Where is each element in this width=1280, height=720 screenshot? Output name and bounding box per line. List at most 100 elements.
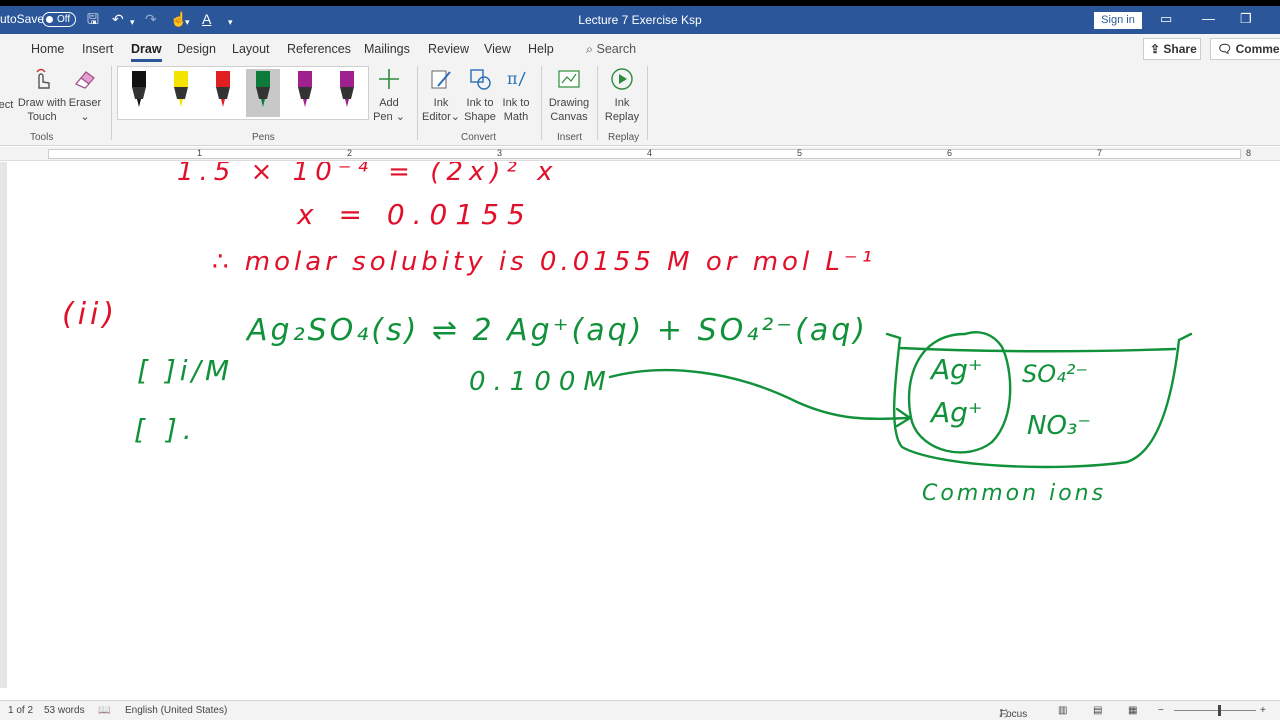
- eraser-dropdown-icon[interactable]: ⌄: [80, 111, 89, 123]
- document-area: 1.5 × 10⁻⁴ = (2x)² x x = 0.0155 ∴ molar …: [0, 162, 1280, 688]
- ink-to-shape-button[interactable]: Ink to Shape: [462, 66, 498, 124]
- proofing-icon[interactable]: 📖: [98, 705, 110, 716]
- share-button[interactable]: ⇪ Share: [1143, 38, 1201, 60]
- zoom-in-icon[interactable]: +: [1260, 705, 1266, 716]
- ink-editor-label-1: Ink: [433, 97, 449, 109]
- draw-touch-label-1: Draw with: [17, 97, 67, 109]
- status-bar: 1 of 2 53 words 📖 English (United States…: [0, 700, 1280, 720]
- ink-math-label-1: Ink to: [502, 97, 530, 109]
- undo-dropdown-icon[interactable]: ▾: [130, 14, 135, 30]
- redo-icon: ↷: [145, 11, 157, 27]
- tab-design[interactable]: Design: [177, 42, 216, 56]
- read-mode-icon[interactable]: ▥: [1058, 705, 1067, 716]
- search-label: Search: [596, 42, 637, 56]
- ink-green-bracket-2: [ ].: [134, 413, 198, 446]
- search-box[interactable]: ⌕ Search: [586, 42, 636, 57]
- ruler-bar[interactable]: [48, 149, 1241, 159]
- comments-button[interactable]: 🗨 Comments: [1210, 38, 1280, 60]
- tab-insert[interactable]: Insert: [82, 42, 113, 56]
- share-icon: ⇪: [1150, 42, 1164, 56]
- tab-draw[interactable]: Draw: [131, 42, 162, 62]
- tools-group-label: Tools: [30, 132, 54, 143]
- save-icon[interactable]: 🖫: [87, 11, 99, 27]
- zoom-slider-thumb[interactable]: [1218, 705, 1221, 716]
- tab-help[interactable]: Help: [528, 42, 554, 56]
- ink-red-label-ii: (ii): [62, 297, 118, 332]
- sign-in-button[interactable]: Sign in: [1094, 12, 1142, 29]
- tab-layout[interactable]: Layout: [232, 42, 270, 56]
- drawing-canvas-button[interactable]: Drawing Canvas: [546, 66, 592, 124]
- group-divider: [541, 66, 542, 140]
- ink-math-label-2: Math: [503, 111, 529, 123]
- zoom-slider[interactable]: [1174, 710, 1256, 711]
- pen-3[interactable]: [206, 69, 240, 117]
- eraser-button[interactable]: Eraser ⌄: [68, 66, 102, 124]
- print-layout-icon[interactable]: ▤: [1093, 705, 1102, 716]
- web-layout-icon[interactable]: ▦: [1128, 705, 1137, 716]
- tab-review[interactable]: Review: [428, 42, 469, 56]
- autosave-toggle[interactable]: Off: [42, 12, 76, 27]
- ink-to-math-button[interactable]: π Ink to Math: [499, 66, 533, 124]
- pen-icon: [216, 71, 230, 107]
- horizontal-ruler: 1 2 3 4 5 6 7 8: [0, 147, 1280, 161]
- minimize-icon[interactable]: —: [1202, 11, 1215, 26]
- insert-group-label: Insert: [557, 132, 583, 143]
- pen-icon: [256, 71, 270, 107]
- add-pen-button[interactable]: Add Pen ⌄: [372, 66, 406, 124]
- pen-icon: [132, 71, 146, 107]
- tab-mailings[interactable]: Mailings: [364, 42, 410, 56]
- language-indicator[interactable]: English (United States): [125, 705, 227, 716]
- document-title: Lecture 7 Exercise Ksp: [578, 13, 702, 27]
- pens-gallery: [117, 66, 369, 120]
- pen-4[interactable]: [246, 69, 280, 117]
- replay-group-label: Replay: [608, 132, 640, 143]
- tab-references[interactable]: References: [287, 42, 351, 56]
- ink-editor-dropdown-icon: ⌄: [450, 111, 460, 123]
- group-divider: [111, 66, 112, 140]
- add-pen-label-2: Pen: [373, 111, 393, 123]
- document-page[interactable]: 1.5 × 10⁻⁴ = (2x)² x x = 0.0155 ∴ molar …: [7, 162, 1280, 688]
- ruler-number: 3: [497, 148, 503, 158]
- comment-icon: 🗨: [1217, 42, 1236, 56]
- pen-2[interactable]: [164, 69, 198, 117]
- convert-group-label: Convert: [461, 132, 497, 143]
- tab-home[interactable]: Home: [31, 42, 64, 56]
- ribbon-display-icon[interactable]: ▭: [1160, 11, 1172, 27]
- drawing-canvas-label-1: Drawing: [548, 97, 590, 109]
- ink-replay-button[interactable]: Ink Replay: [602, 66, 642, 124]
- ink-shape-label-1: Ink to: [466, 97, 494, 109]
- eraser-icon: [75, 71, 95, 89]
- ink-editor-button[interactable]: Ink Editor⌄: [421, 66, 461, 124]
- tab-view[interactable]: View: [484, 42, 511, 56]
- pen-1[interactable]: [122, 69, 156, 117]
- ink-to-math-icon: π: [507, 69, 526, 88]
- zoom-out-icon[interactable]: −: [1158, 705, 1164, 716]
- pen-5[interactable]: [288, 69, 322, 117]
- touch-dropdown-icon[interactable]: ▾: [185, 14, 190, 30]
- ruler-number: 4: [647, 148, 653, 158]
- page-count[interactable]: 1 of 2: [8, 705, 33, 716]
- undo-icon[interactable]: ↶: [112, 11, 124, 27]
- draw-with-touch-button[interactable]: Draw with Touch: [16, 66, 68, 124]
- pen-icon: [340, 71, 354, 107]
- draw-touch-label-2: Touch: [27, 111, 57, 123]
- ribbon-tabs: Home Insert Draw Design Layout Reference…: [0, 34, 1280, 62]
- font-color-icon[interactable]: A: [202, 11, 211, 27]
- ink-box-ag-1: Ag⁺: [929, 353, 983, 386]
- select-button[interactable]: ect: [0, 98, 14, 112]
- ink-editor-icon: [431, 70, 451, 89]
- ink-box-no3: NO₃⁻: [1027, 411, 1091, 441]
- restore-icon[interactable]: ❐: [1240, 11, 1252, 27]
- ruler-number: 6: [947, 148, 953, 158]
- customize-toolbar-icon[interactable]: ▾: [228, 14, 233, 30]
- pen-6[interactable]: [330, 69, 364, 117]
- ruler-number: 1: [197, 148, 203, 158]
- drawing-canvas-label-2: Canvas: [550, 111, 588, 123]
- word-count[interactable]: 53 words: [44, 705, 85, 716]
- ink-red-line-2: x = 0.0155: [296, 198, 533, 231]
- pen-icon: [174, 71, 188, 107]
- ink-box-ag-2: Ag⁺: [929, 396, 983, 429]
- ink-replay-label-1: Ink: [614, 97, 630, 109]
- ink-layer: 1.5 × 10⁻⁴ = (2x)² x x = 0.0155 ∴ molar …: [62, 162, 1193, 506]
- ink-red-line-1: 1.5 × 10⁻⁴ = (2x)² x: [177, 162, 559, 187]
